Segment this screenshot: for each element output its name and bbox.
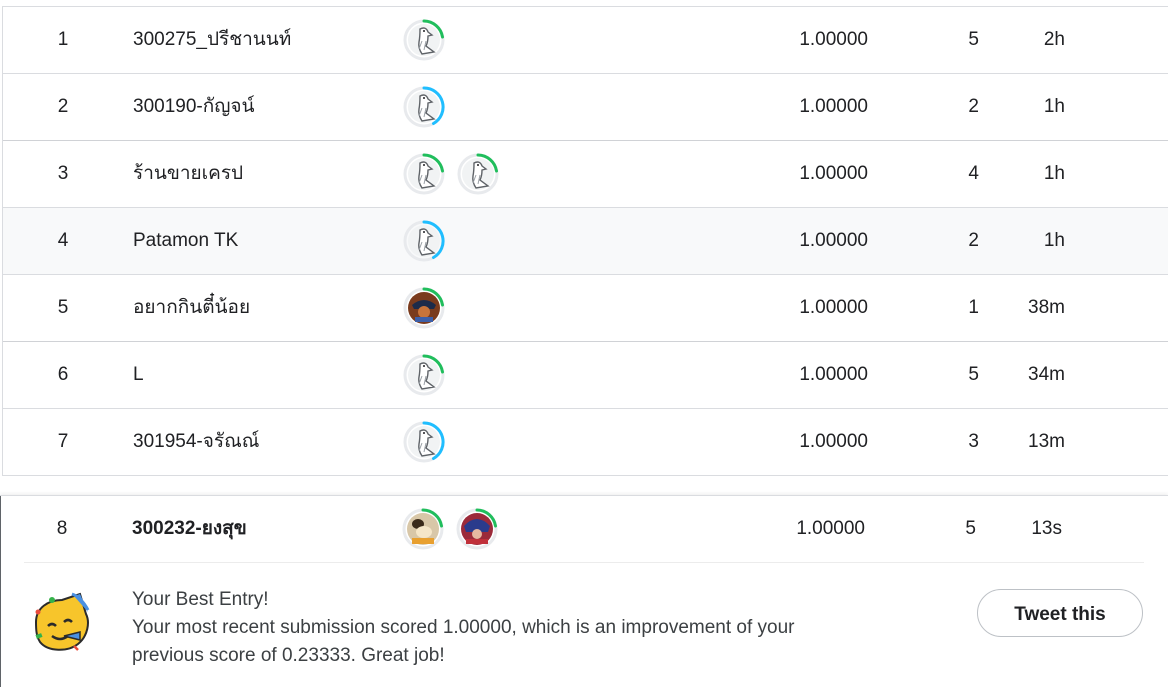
team-members bbox=[403, 275, 445, 341]
score: 1.00000 bbox=[799, 364, 868, 385]
member-avatar[interactable] bbox=[456, 508, 498, 550]
last-submission: 1h bbox=[1043, 163, 1065, 184]
team-name[interactable]: Patamon TK bbox=[133, 208, 238, 274]
leaderboard-row[interactable]: 1 300275_ปรีชานนท์ 1.00000 5 2h bbox=[3, 7, 1168, 74]
team-name[interactable]: 300190-กัญจน์ bbox=[133, 74, 255, 140]
tweet-button[interactable]: Tweet this bbox=[977, 589, 1143, 637]
score: 1.00000 bbox=[799, 297, 868, 318]
leaderboard-row[interactable]: 5 อยากกินตี๋น้อย 1.00000 1 38m bbox=[3, 275, 1168, 342]
rank: 1 bbox=[57, 29, 69, 50]
best-entry-message: Your Best Entry! Your most recent submis… bbox=[132, 586, 872, 670]
member-avatar[interactable] bbox=[457, 153, 499, 195]
team-members bbox=[403, 208, 445, 274]
member-avatar[interactable] bbox=[403, 421, 445, 463]
team-members bbox=[403, 141, 499, 207]
entries: 2 bbox=[968, 96, 979, 117]
team-name[interactable]: ร้านขายเครป bbox=[133, 141, 243, 207]
leaderboard-row[interactable]: 3 ร้านขายเครป 1.00000 4 1h bbox=[3, 141, 1168, 208]
last-submission: 13m bbox=[1028, 431, 1065, 452]
entries: 4 bbox=[968, 163, 979, 184]
entries: 5 bbox=[968, 29, 979, 50]
member-avatar[interactable] bbox=[403, 354, 445, 396]
last-submission: 1h bbox=[1043, 230, 1065, 251]
team-members bbox=[403, 409, 445, 475]
member-avatar[interactable] bbox=[403, 153, 445, 195]
last-submission: 1h bbox=[1043, 96, 1065, 117]
team-name[interactable]: 300275_ปรีชานนท์ bbox=[133, 7, 291, 73]
entries: 3 bbox=[968, 431, 979, 452]
score: 1.00000 bbox=[796, 518, 865, 539]
last-submission: 38m bbox=[1028, 297, 1065, 318]
leaderboard-row[interactable]: 4 Patamon TK 1.00000 2 1h bbox=[3, 208, 1168, 275]
divider bbox=[24, 562, 1144, 563]
team-name[interactable]: อยากกินตี๋น้อย bbox=[133, 275, 250, 341]
team-members bbox=[403, 7, 445, 73]
rank: 4 bbox=[57, 230, 69, 251]
last-submission: 2h bbox=[1043, 29, 1065, 50]
leaderboard-row[interactable]: 7 301954-จรัณณ์ 1.00000 3 13m bbox=[3, 409, 1168, 476]
team-members bbox=[402, 496, 498, 562]
entries: 5 bbox=[965, 518, 976, 539]
rank: 8 bbox=[56, 518, 68, 539]
member-avatar[interactable] bbox=[403, 86, 445, 128]
member-avatar[interactable] bbox=[402, 508, 444, 550]
rank: 3 bbox=[57, 163, 69, 184]
entries: 5 bbox=[968, 364, 979, 385]
last-submission: 34m bbox=[1028, 364, 1065, 385]
member-avatar[interactable] bbox=[403, 220, 445, 262]
member-avatar[interactable] bbox=[403, 287, 445, 329]
score: 1.00000 bbox=[799, 163, 868, 184]
best-entry-line2: previous score of 0.23333. Great job! bbox=[132, 645, 445, 666]
best-entry-line1: Your most recent submission scored 1.000… bbox=[132, 617, 795, 638]
team-name[interactable]: 301954-จรัณณ์ bbox=[133, 409, 259, 475]
team-members bbox=[403, 342, 445, 408]
your-team-row[interactable]: 8 300232-ยงสุข 1.00000 5 13s bbox=[0, 495, 1168, 562]
score: 1.00000 bbox=[799, 230, 868, 251]
rank: 7 bbox=[57, 431, 69, 452]
team-name[interactable]: L bbox=[133, 342, 144, 408]
leaderboard-table: 1 300275_ปรีชานนท์ 1.00000 5 2h 2 300190… bbox=[2, 6, 1168, 476]
rank: 5 bbox=[57, 297, 69, 318]
team-members bbox=[403, 74, 445, 140]
team-name[interactable]: 300232-ยงสุข bbox=[132, 496, 247, 562]
member-avatar[interactable] bbox=[403, 19, 445, 61]
last-submission: 13s bbox=[1031, 518, 1062, 539]
leaderboard-row[interactable]: 6 L 1.00000 5 34m bbox=[3, 342, 1168, 409]
best-entry-title: Your Best Entry! bbox=[132, 589, 269, 610]
score: 1.00000 bbox=[799, 96, 868, 117]
score: 1.00000 bbox=[799, 431, 868, 452]
party-face-icon bbox=[28, 592, 94, 658]
rank: 6 bbox=[57, 364, 69, 385]
entries: 1 bbox=[968, 297, 979, 318]
entries: 2 bbox=[968, 230, 979, 251]
rank: 2 bbox=[57, 96, 69, 117]
score: 1.00000 bbox=[799, 29, 868, 50]
leaderboard-row[interactable]: 2 300190-กัญจน์ 1.00000 2 1h bbox=[3, 74, 1168, 141]
